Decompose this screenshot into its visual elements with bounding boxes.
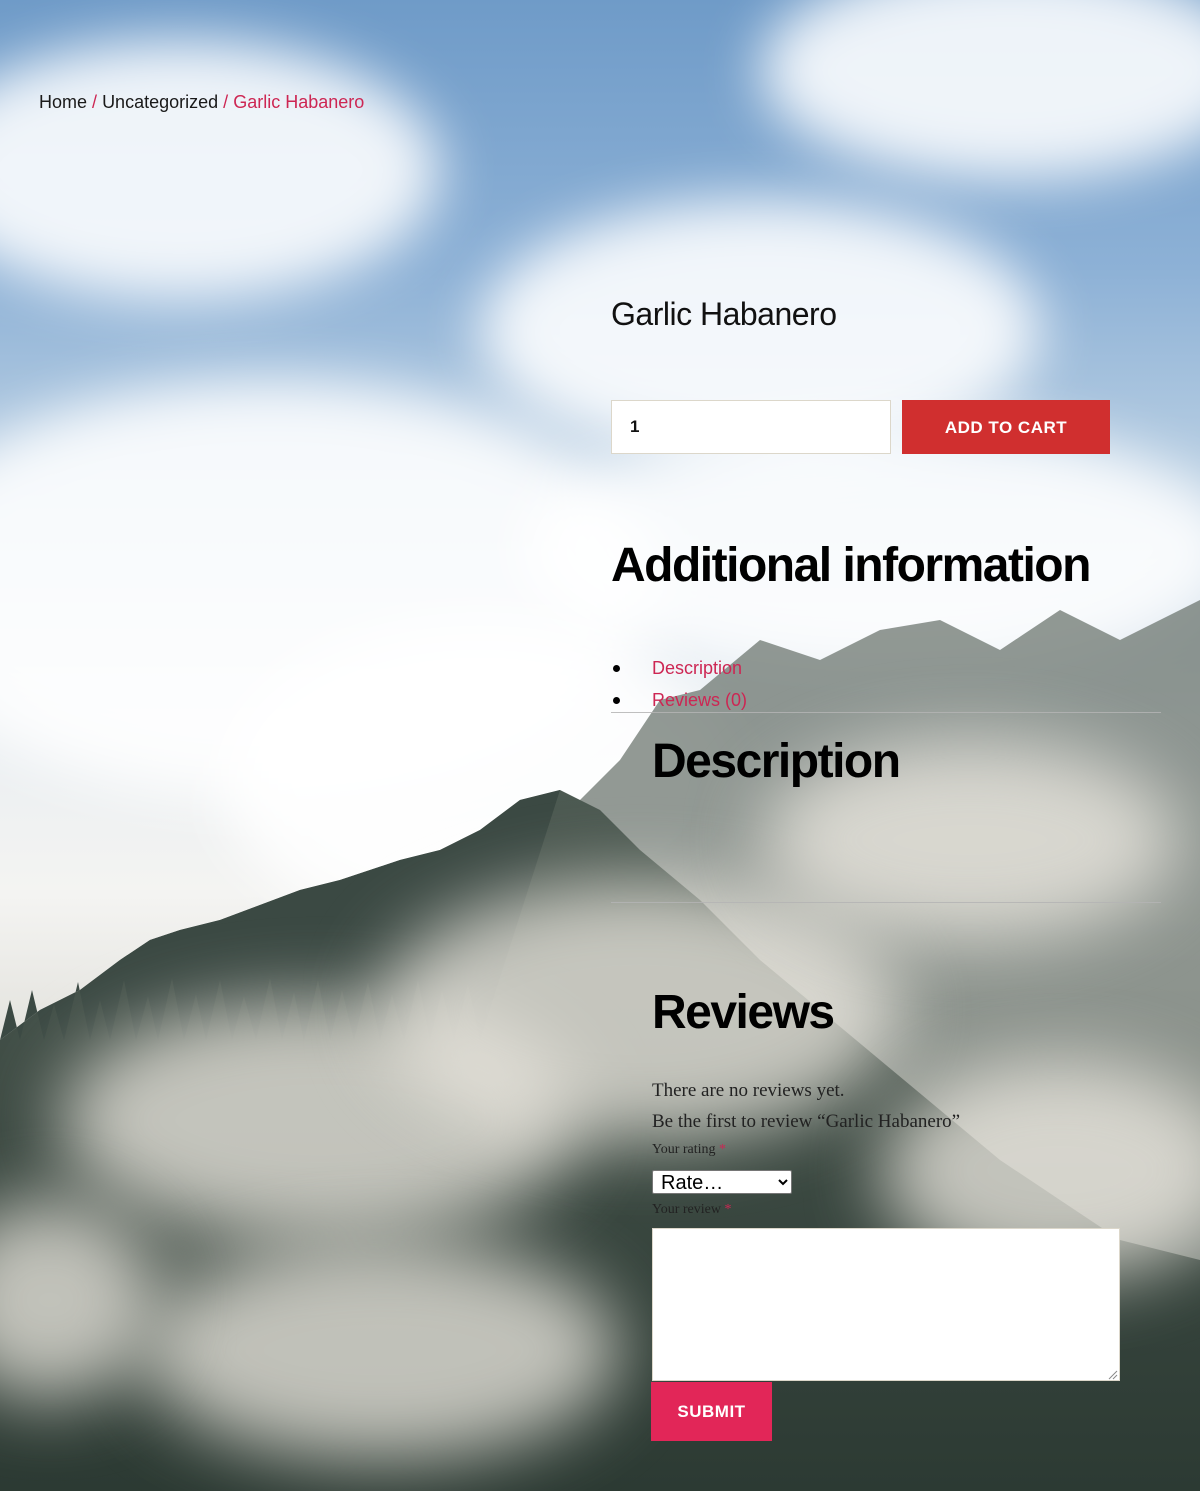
quantity-input[interactable] (611, 400, 891, 454)
divider (611, 712, 1161, 713)
review-label-text: Your review (652, 1202, 721, 1217)
breadcrumb-home-link[interactable]: Home (39, 92, 87, 112)
tab-reviews: Reviews (0) (611, 686, 747, 718)
required-marker: * (724, 1202, 732, 1217)
tab-description-link[interactable]: Description (652, 658, 742, 678)
breadcrumb-category-link[interactable]: Uncategorized (102, 92, 218, 112)
no-reviews-text: There are no reviews yet. (652, 1080, 845, 1101)
tab-description: Description (611, 654, 747, 686)
reviews-heading: Reviews (652, 986, 835, 1039)
rating-label-text: Your rating (652, 1142, 716, 1157)
required-marker: * (719, 1142, 727, 1157)
divider (611, 902, 1161, 903)
add-to-cart-button[interactable]: ADD TO CART (902, 400, 1110, 454)
product-title: Garlic Habanero (611, 296, 837, 332)
product-tabs: Description Reviews (0) (611, 654, 747, 718)
review-textarea[interactable] (652, 1228, 1120, 1381)
description-heading: Description (652, 735, 901, 788)
breadcrumb-separator: / (92, 92, 98, 112)
submit-review-button[interactable]: SUBMIT (651, 1382, 772, 1441)
resize-grip-icon[interactable] (1106, 1368, 1118, 1380)
breadcrumb-current: Garlic Habanero (233, 92, 365, 112)
breadcrumb-separator: / (223, 92, 229, 112)
rating-label: Your rating * (652, 1142, 726, 1158)
additional-information-heading: Additional information (611, 539, 1091, 592)
rating-select[interactable]: Rate… (652, 1170, 792, 1194)
first-review-prompt: Be the first to review “Garlic Habanero” (652, 1111, 961, 1132)
review-label: Your review * (652, 1202, 731, 1218)
breadcrumb: Home / Uncategorized / Garlic Habanero (39, 92, 364, 113)
tab-reviews-link[interactable]: Reviews (0) (652, 690, 747, 710)
